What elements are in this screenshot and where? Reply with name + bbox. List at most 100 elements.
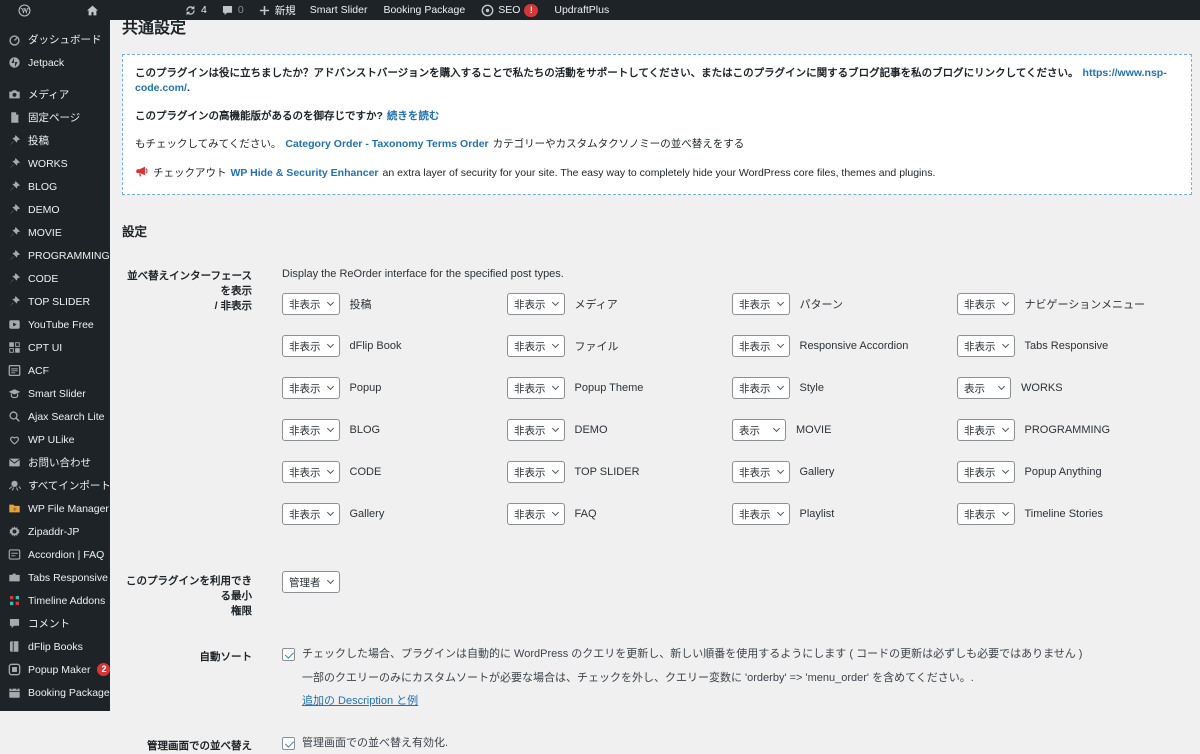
post-type-label: Popup (350, 382, 382, 394)
additional-description-link[interactable]: 追加の Description と例 (302, 692, 418, 708)
capability-select[interactable]: 管理者 (282, 571, 340, 593)
visibility-select[interactable]: 非表示 (732, 461, 790, 483)
booking-package-label: Booking Package (383, 4, 465, 16)
sidebar-item-dashboard[interactable]: ダッシュボード (0, 28, 110, 51)
chevron-down-icon (776, 299, 783, 306)
chevron-down-icon (326, 425, 333, 432)
sidebar-item-booking-package[interactable]: Booking Package (0, 681, 110, 704)
visibility-select[interactable]: 非表示 (957, 419, 1015, 441)
sidebar-item-wp-file-manager[interactable]: WP File Manager (0, 497, 110, 520)
post-type-label: Tabs Responsive (1025, 340, 1109, 352)
sidebar-item-comments[interactable]: コメント (0, 612, 110, 635)
visibility-select[interactable]: 非表示 (732, 293, 790, 315)
autosort-description: チェックした場合、プラグインは自動的に WordPress のクエリを更新し、新… (302, 647, 1082, 662)
sidebar-item-works[interactable]: WORKS (0, 152, 110, 175)
sidebar-item-contact[interactable]: お問い合わせ (0, 451, 110, 474)
visibility-select[interactable]: 非表示 (507, 335, 565, 357)
sidebar-item-label: Jetpack (28, 57, 64, 69)
visibility-select[interactable]: 非表示 (732, 377, 790, 399)
new-content-menu[interactable]: 新規 (258, 3, 296, 18)
sidebar-item-timeline-addons[interactable]: Timeline Addons (0, 589, 110, 612)
sidebar-item-media[interactable]: メディア (0, 83, 110, 106)
visibility-select[interactable]: 非表示 (507, 461, 565, 483)
comments-menu[interactable]: 0 (221, 4, 244, 17)
post-type-label: PROGRAMMING (1025, 424, 1111, 436)
update-count: 4 (201, 4, 207, 16)
cpt-grid-icon (8, 341, 21, 354)
sidebar-item-movie[interactable]: MOVIE (0, 221, 110, 244)
sidebar-item-demo[interactable]: DEMO (0, 198, 110, 221)
post-type-cell: 非表示Style (732, 377, 957, 399)
sidebar-item-blog[interactable]: BLOG (0, 175, 110, 198)
visibility-select-value: 非表示 (514, 423, 546, 438)
sidebar-item-zipaddr-jp[interactable]: Zipaddr-JP (0, 520, 110, 543)
site-home-menu[interactable] (86, 4, 99, 17)
updates-menu[interactable]: 4 (184, 4, 207, 17)
reorder-interface-row: 並べ替えインターフェースを表示 / 非表示 Display the ReOrde… (122, 266, 1192, 525)
pin-icon (8, 226, 21, 239)
wp-hide-link[interactable]: WP Hide & Security Enhancer (231, 167, 379, 179)
plus-icon (258, 4, 271, 17)
read-more-link[interactable]: 続きを読む (387, 110, 440, 122)
sidebar-item-pages[interactable]: 固定ページ (0, 106, 110, 129)
seo-label: SEO (498, 4, 520, 16)
post-type-cell: 非表示BLOG (282, 419, 507, 441)
reorder-interface-label: 並べ替えインターフェースを表示 / 非表示 (122, 266, 252, 314)
admin-sort-checkbox[interactable] (282, 737, 295, 750)
visibility-select[interactable]: 非表示 (282, 503, 340, 525)
visibility-select[interactable]: 表示 (957, 377, 1011, 399)
sidebar-item-smart-slider[interactable]: Smart Slider (0, 382, 110, 405)
visibility-select[interactable]: 非表示 (282, 461, 340, 483)
visibility-select[interactable]: 非表示 (957, 461, 1015, 483)
seo-notification-badge: ! (524, 4, 538, 17)
sidebar-item-wp-ulike[interactable]: WP ULike (0, 428, 110, 451)
sidebar-item-youtube-free[interactable]: YouTube Free (0, 313, 110, 336)
sidebar-item-accordion-faq[interactable]: Accordion | FAQ (0, 543, 110, 566)
visibility-select[interactable]: 非表示 (732, 335, 790, 357)
chevron-down-icon (1001, 425, 1008, 432)
visibility-select[interactable]: 非表示 (282, 419, 340, 441)
chevron-down-icon (326, 341, 333, 348)
chevron-down-icon (551, 299, 558, 306)
seo-menu[interactable]: SEO ! (481, 4, 538, 17)
updraftplus-menu[interactable]: UpdraftPlus (554, 4, 609, 16)
visibility-select[interactable]: 非表示 (507, 293, 565, 315)
sidebar-item-acf[interactable]: ACF (0, 359, 110, 382)
visibility-select[interactable]: 非表示 (957, 335, 1015, 357)
post-type-cell: 非表示投稿 (282, 293, 507, 315)
visibility-select[interactable]: 非表示 (282, 293, 340, 315)
sidebar-separator (0, 74, 110, 83)
sidebar-item-jetpack[interactable]: Jetpack (0, 51, 110, 74)
chevron-down-icon (551, 425, 558, 432)
booking-package-menu[interactable]: Booking Package (383, 4, 465, 16)
visibility-select[interactable]: 非表示 (507, 377, 565, 399)
visibility-select[interactable]: 非表示 (732, 503, 790, 525)
sidebar-item-label: MOVIE (28, 227, 62, 239)
sidebar-item-tabs-responsive[interactable]: Tabs Responsive (0, 566, 110, 589)
notice-line-category-order: もチェックしてみてください。Category Order - Taxonomy … (135, 137, 1179, 152)
autosort-checkbox[interactable] (282, 648, 295, 661)
visibility-select[interactable]: 非表示 (507, 503, 565, 525)
book-icon (8, 640, 21, 653)
visibility-select[interactable]: 非表示 (507, 419, 565, 441)
visibility-select[interactable]: 非表示 (282, 335, 340, 357)
wordpress-logo-menu[interactable] (18, 4, 31, 17)
media-icon (8, 88, 21, 101)
smart-slider-menu[interactable]: Smart Slider (310, 4, 368, 16)
visibility-select[interactable]: 非表示 (282, 377, 340, 399)
sidebar-item-cpt-ui[interactable]: CPT UI (0, 336, 110, 359)
post-type-cell: 非表示 Popup (282, 377, 507, 399)
category-order-link[interactable]: Category Order - Taxonomy Terms Order (285, 138, 488, 150)
sidebar-item-programming[interactable]: PROGRAMMING (0, 244, 110, 267)
sidebar-item-code[interactable]: CODE (0, 267, 110, 290)
sidebar-item-dflip-books[interactable]: dFlip Books (0, 635, 110, 658)
visibility-select[interactable]: 非表示 (957, 293, 1015, 315)
visibility-select[interactable]: 非表示 (957, 503, 1015, 525)
sidebar-item-ajax-search-lite[interactable]: Ajax Search Lite (0, 405, 110, 428)
sidebar-item-posts[interactable]: 投稿 (0, 129, 110, 152)
sidebar-item-top-slider[interactable]: TOP SLIDER (0, 290, 110, 313)
visibility-select[interactable]: 表示 (732, 419, 786, 441)
sidebar-item-popup-maker[interactable]: Popup Maker2 (0, 658, 110, 681)
sidebar-item-all-import[interactable]: すべてインポート (0, 474, 110, 497)
visibility-select-value: 表示 (739, 423, 760, 438)
